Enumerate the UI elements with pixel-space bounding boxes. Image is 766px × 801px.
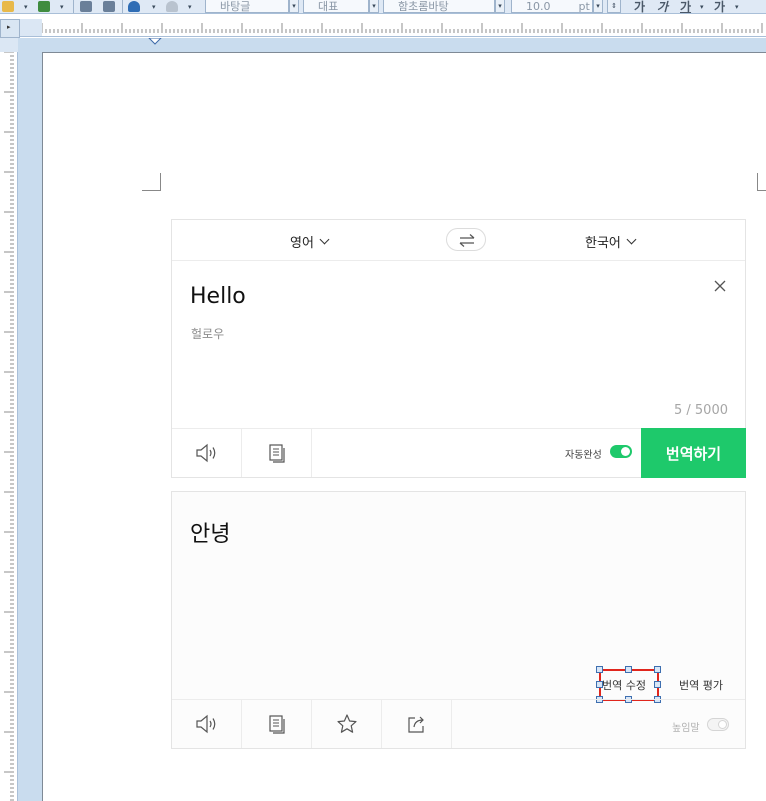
underline-dropdown[interactable]: ▾ [700, 0, 704, 13]
source-action-bar: 자동완성 번역하기 [172, 428, 746, 478]
ruler-margin-left [20, 19, 42, 37]
target-panel: 안녕 번역 수정 번역 평가 높임말 [171, 491, 746, 749]
copy-source-button[interactable] [242, 429, 312, 477]
resize-handle[interactable] [596, 681, 603, 688]
vertical-ruler[interactable] [0, 52, 18, 801]
translate-button[interactable]: 번역하기 [641, 428, 746, 478]
star-icon [336, 714, 357, 733]
redo-button[interactable] [166, 0, 178, 13]
font-select-dropdown[interactable]: ▾ [495, 0, 505, 13]
target-action-bar [172, 699, 745, 748]
page-gutter [18, 38, 42, 801]
listen-source-button[interactable] [172, 429, 242, 477]
style-select-value: 바탕글 [220, 0, 251, 13]
save-icon [38, 1, 50, 12]
style-select[interactable]: 바탕글 [205, 0, 289, 13]
strike-button[interactable]: 가 [714, 0, 725, 13]
resize-handle[interactable] [625, 666, 632, 673]
share-button[interactable] [382, 700, 452, 748]
italic-button[interactable]: 가 [657, 0, 668, 13]
listen-target-button[interactable] [172, 700, 242, 748]
copy-icon [268, 444, 285, 463]
font-size-input[interactable]: 10.0 pt [511, 0, 593, 13]
close-icon[interactable] [712, 278, 728, 294]
rate-translation-link[interactable]: 번역 평가 [679, 677, 723, 693]
source-text-input[interactable]: Hello [190, 284, 246, 309]
favorite-button[interactable] [312, 700, 382, 748]
save-button[interactable] [38, 0, 50, 13]
copy-icon [268, 715, 285, 734]
print-icon [80, 1, 92, 12]
source-panel: 영어 한국어 Hello 헐로우 5 / 5000 자동완성 번역하기 [171, 219, 746, 478]
horizontal-ruler[interactable] [42, 19, 766, 37]
resize-handle[interactable] [596, 666, 603, 673]
character-counter: 5 / 5000 [674, 403, 728, 418]
ruler-toggle-button[interactable]: ▸ [0, 19, 20, 38]
outline-select[interactable]: 대표 [303, 0, 369, 13]
font-select-value: 함초롬바탕 [398, 0, 449, 13]
autocomplete-toggle[interactable] [610, 445, 632, 458]
font-size-stepper[interactable]: ⇕ [607, 0, 621, 13]
undo-button[interactable] [128, 0, 140, 13]
preview-icon [103, 1, 115, 12]
share-icon [407, 716, 424, 733]
font-select[interactable]: 함초롬바탕 [383, 0, 495, 13]
strike-dropdown[interactable]: ▾ [735, 0, 739, 13]
open-dropdown[interactable]: ▾ [24, 0, 28, 13]
save-dropdown[interactable]: ▾ [60, 0, 64, 13]
speaker-icon [195, 443, 215, 463]
font-size-value: 10.0 [526, 0, 551, 13]
outline-select-dropdown[interactable]: ▾ [369, 0, 379, 13]
chevron-down-icon [626, 234, 637, 245]
swap-languages-button[interactable] [446, 228, 486, 251]
resize-handle[interactable] [654, 666, 661, 673]
page-corner-mark-left [142, 173, 161, 191]
app-toolbar: ▾ ▾ ▾ ▾ 바탕글 ▾ 대표 ▾ 함초롬바탕 ▾ 10.0 pt ▾ ⇕ 가… [0, 0, 766, 14]
autocomplete-label: 자동완성 [565, 450, 602, 461]
page-corner-mark-right [757, 173, 766, 191]
vertical-ruler-ticks [4, 52, 14, 801]
ruler-v-top [0, 38, 18, 52]
horizontal-ruler-ticks [42, 23, 763, 33]
underline-button[interactable]: 가 [680, 0, 691, 13]
copy-target-button[interactable] [242, 700, 312, 748]
font-size-unit: pt [578, 0, 590, 13]
source-language-label: 영어 [290, 236, 314, 251]
target-language-label: 한국어 [585, 236, 621, 251]
outline-select-value: 대표 [318, 0, 339, 13]
language-bar: 영어 한국어 [172, 220, 745, 261]
print-button[interactable] [80, 0, 92, 13]
indent-marker-icon[interactable] [148, 38, 162, 48]
undo-icon [128, 1, 140, 12]
translated-text: 안녕 [190, 522, 231, 547]
folder-icon [2, 1, 14, 12]
undo-dropdown[interactable]: ▾ [152, 0, 156, 13]
open-button[interactable] [2, 0, 14, 13]
speaker-icon [195, 714, 215, 734]
swap-icon [459, 234, 475, 247]
bold-button[interactable]: 가 [634, 0, 645, 13]
preview-button[interactable] [103, 0, 115, 13]
target-language-select[interactable]: 한국어 [585, 232, 637, 251]
font-size-dropdown[interactable]: ▾ [593, 0, 603, 13]
source-language-select[interactable]: 영어 [290, 232, 330, 251]
honorific-label: 높임말 [672, 723, 700, 734]
style-select-dropdown[interactable]: ▾ [289, 0, 299, 13]
pronunciation-text: 헐로우 [191, 327, 225, 341]
resize-handle[interactable] [654, 681, 661, 688]
honorific-toggle[interactable] [707, 718, 729, 731]
redo-icon [166, 1, 178, 12]
chevron-down-icon [319, 234, 330, 245]
redo-dropdown[interactable]: ▾ [188, 0, 192, 13]
